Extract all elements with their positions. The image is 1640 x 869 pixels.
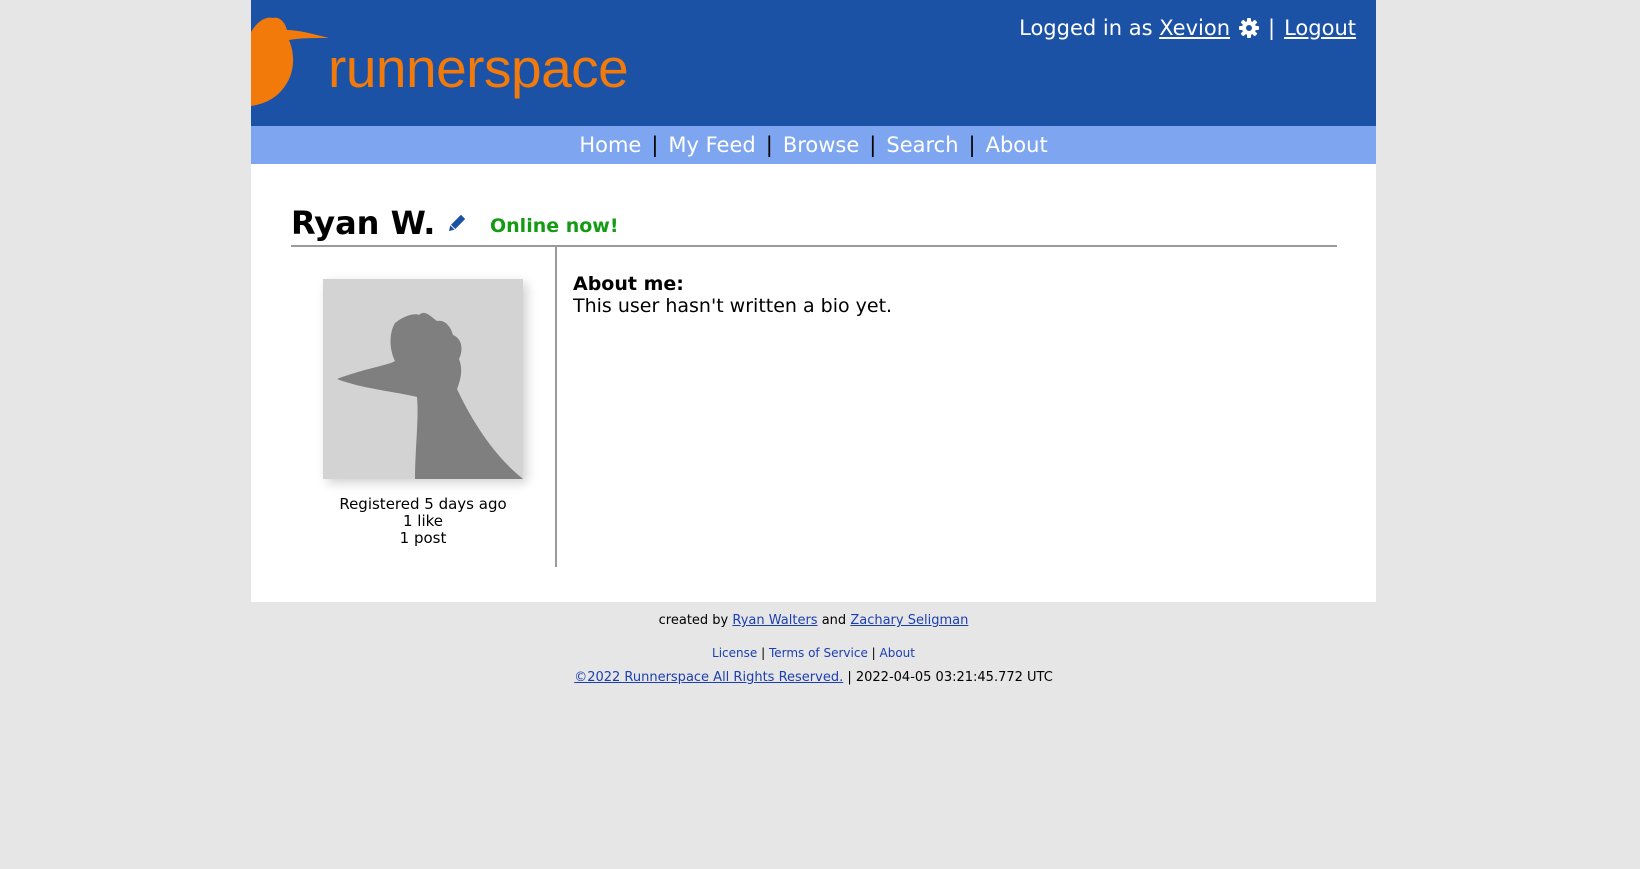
and-label: and	[821, 613, 847, 628]
timestamp: | 2022-04-05 03:21:45.772 UTC	[847, 670, 1053, 685]
username-link[interactable]: Xevion	[1159, 16, 1230, 40]
nav-separator: |	[968, 133, 976, 157]
user-bar: Logged in as Xevion | Logout	[1019, 16, 1356, 40]
terms-link[interactable]: Terms of Service	[769, 646, 868, 660]
nav-separator: |	[651, 133, 659, 157]
gear-icon[interactable]	[1238, 17, 1260, 39]
page: runnerspace Logged in as Xevion | Logout…	[251, 0, 1376, 685]
nav-browse[interactable]: Browse	[783, 133, 859, 157]
about-heading: About me:	[573, 273, 684, 295]
profile-sidebar: Registered 5 days ago 1 like 1 post	[291, 247, 557, 567]
credits: created by Ryan Walters and Zachary Seli…	[251, 613, 1376, 628]
nav-search[interactable]: Search	[886, 133, 958, 157]
created-by-label: created by	[658, 613, 729, 628]
logout-link[interactable]: Logout	[1284, 16, 1356, 40]
profile-title-row: Ryan W. Online now!	[291, 204, 1337, 247]
nav-about[interactable]: About	[986, 133, 1048, 157]
profile-stats: Registered 5 days ago 1 like 1 post	[291, 496, 555, 547]
nav-separator: |	[869, 133, 877, 157]
logo-text: runnerspace	[328, 37, 629, 99]
nav-my-feed[interactable]: My Feed	[668, 133, 755, 157]
registered-text: Registered 5 days ago	[339, 495, 507, 513]
header: runnerspace Logged in as Xevion | Logout	[251, 0, 1376, 126]
logo[interactable]: runnerspace	[251, 14, 661, 108]
profile-main: Ryan W. Online now! Registered 5 days ag…	[251, 164, 1376, 602]
footer-about-link[interactable]: About	[880, 646, 915, 660]
nav-home[interactable]: Home	[579, 133, 641, 157]
likes-count: 1 like	[402, 512, 444, 530]
copyright-line: ©2022 Runnerspace All Rights Reserved. |…	[251, 670, 1376, 685]
author-link[interactable]: Ryan Walters	[732, 613, 817, 628]
nav-separator: |	[765, 133, 773, 157]
online-status: Online now!	[490, 215, 619, 237]
author-link[interactable]: Zachary Seligman	[850, 613, 968, 628]
separator: |	[1268, 16, 1276, 40]
footer-links: License | Terms of Service | About	[712, 646, 915, 660]
footer: created by Ryan Walters and Zachary Seli…	[251, 613, 1376, 685]
main-nav: Home | My Feed | Browse | Search | About	[251, 126, 1376, 164]
avatar	[323, 279, 523, 479]
profile-name: Ryan W.	[291, 204, 436, 242]
bio-text: This user hasn't written a bio yet.	[573, 295, 893, 317]
posts-count: 1 post	[399, 529, 447, 547]
pencil-icon[interactable]	[446, 214, 466, 234]
license-link[interactable]: License	[712, 646, 757, 660]
about-section: About me: This user hasn't written a bio…	[573, 273, 892, 317]
copyright-link[interactable]: ©2022 Runnerspace All Rights Reserved.	[574, 670, 843, 685]
roadrunner-avatar-icon	[337, 312, 523, 479]
logged-in-label: Logged in as	[1019, 16, 1153, 40]
